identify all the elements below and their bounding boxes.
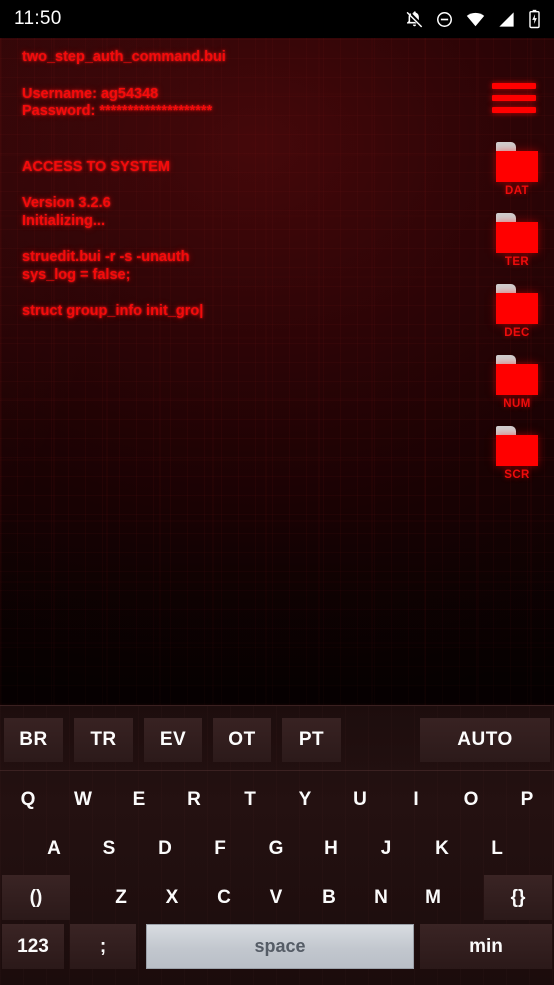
folder-icon [494, 213, 540, 253]
keyboard-row-3: () Z X C V B N M {} [0, 873, 554, 922]
key-k[interactable]: K [416, 826, 468, 871]
key-m[interactable]: M [407, 875, 459, 920]
key-c[interactable]: C [198, 875, 250, 920]
key-g[interactable]: G [250, 826, 302, 871]
app-screen: 11:50 two_step_auth_command.bui Username… [0, 0, 554, 985]
folder-item-scr[interactable]: SCR [480, 426, 554, 481]
key-semicolon[interactable]: ; [70, 924, 136, 969]
terminal-line: Initializing... [22, 212, 105, 229]
on-screen-keyboard: BR TR EV OT PT AUTO QWERTYUIOP ASDFGHJKL () Z X… [0, 705, 554, 985]
folder-icon [494, 355, 540, 395]
terminal-output-area[interactable]: two_step_auth_command.bui Username: ag543… [0, 38, 554, 705]
terminal-line: Username: ag54348 [22, 85, 159, 102]
folder-item-dat[interactable]: DAT [480, 142, 554, 197]
key-w[interactable]: W [57, 777, 109, 822]
key-v[interactable]: V [250, 875, 302, 920]
fn-key-br[interactable]: BR [4, 718, 63, 762]
status-bar-icons [405, 9, 542, 29]
key-t[interactable]: T [224, 777, 276, 822]
folder-item-dec[interactable]: DEC [480, 284, 554, 339]
key-x[interactable]: X [146, 875, 198, 920]
keyboard-function-row: BR TR EV OT PT AUTO [0, 706, 554, 771]
hamburger-menu-icon[interactable] [490, 76, 538, 120]
key-s[interactable]: S [83, 826, 135, 871]
folder-item-num[interactable]: NUM [480, 355, 554, 410]
folder-label: NUM [503, 398, 531, 410]
folder-label: DAT [505, 185, 529, 197]
fn-key-tr[interactable]: TR [74, 718, 133, 762]
key-i[interactable]: I [390, 777, 442, 822]
key-r[interactable]: R [168, 777, 220, 822]
folder-label: DEC [504, 327, 530, 339]
cellular-signal-icon [497, 10, 516, 29]
terminal-line: struct group_info init_gro| [22, 303, 204, 319]
folder-label: TER [504, 256, 530, 268]
key-l[interactable]: L [471, 826, 523, 871]
keyboard-row-4: 123; space min [0, 922, 554, 971]
folder-body [496, 222, 538, 253]
key-e[interactable]: E [113, 777, 165, 822]
folder-body [496, 293, 538, 324]
wifi-icon [465, 10, 486, 29]
fn-key-ev[interactable]: EV [144, 718, 202, 762]
battery-charging-icon [527, 9, 542, 29]
key-f[interactable]: F [194, 826, 246, 871]
key-n[interactable]: N [355, 875, 407, 920]
menu-bar-2 [492, 95, 536, 101]
key-u[interactable]: U [334, 777, 386, 822]
key-a[interactable]: A [28, 826, 80, 871]
folder-body [496, 364, 538, 395]
key-z[interactable]: Z [95, 875, 147, 920]
notifications-off-icon [405, 10, 424, 29]
terminal-line: sys_log = false; [22, 266, 131, 283]
folder-body [496, 151, 538, 182]
folder-item-ter[interactable]: TER [480, 213, 554, 268]
folder-icon [494, 142, 540, 182]
key-123[interactable]: 123 [2, 924, 64, 969]
terminal-line: Password: ******************** [22, 103, 213, 119]
terminal-line: ACCESS TO SYSTEM [22, 158, 170, 175]
folder-icon [494, 284, 540, 324]
keyboard-row-1: QWERTYUIOP [0, 775, 554, 824]
fn-key-pt[interactable]: PT [282, 718, 341, 762]
key-q[interactable]: Q [2, 777, 54, 822]
menu-bar-3 [492, 107, 536, 113]
status-bar-clock: 11:50 [14, 8, 62, 29]
fn-key-auto[interactable]: AUTO [420, 718, 550, 762]
terminal-line: struedit.bui -r -s -unauth [22, 249, 190, 265]
terminal-line: Version 3.2.6 [22, 195, 111, 211]
terminal-text: two_step_auth_command.bui Username: ag543… [22, 38, 452, 321]
folder-body [496, 435, 538, 466]
do-not-disturb-icon [435, 10, 454, 29]
key-parens[interactable]: () [2, 875, 70, 920]
key-j[interactable]: J [360, 826, 412, 871]
key-d[interactable]: D [139, 826, 191, 871]
key-braces[interactable]: {} [484, 875, 552, 920]
key-h[interactable]: H [305, 826, 357, 871]
terminal-line: two_step_auth_command.bui [22, 49, 226, 65]
key-y[interactable]: Y [279, 777, 331, 822]
key-o[interactable]: O [445, 777, 497, 822]
keyboard-letter-rows: QWERTYUIOP ASDFGHJKL () Z X C V B N M {} 123; spa… [0, 771, 554, 985]
folder-icon [494, 426, 540, 466]
key-min[interactable]: min [420, 924, 552, 969]
folder-label: SCR [504, 469, 530, 481]
key-space[interactable]: space [146, 924, 414, 969]
fn-key-ot[interactable]: OT [213, 718, 271, 762]
key-p[interactable]: P [501, 777, 553, 822]
key-b[interactable]: B [303, 875, 355, 920]
keyboard-row-2: ASDFGHJKL [0, 824, 554, 873]
right-icon-rail: DAT TER DEC NUM SCR [480, 38, 554, 705]
menu-bar-1 [492, 83, 536, 89]
status-bar: 11:50 [0, 0, 554, 38]
